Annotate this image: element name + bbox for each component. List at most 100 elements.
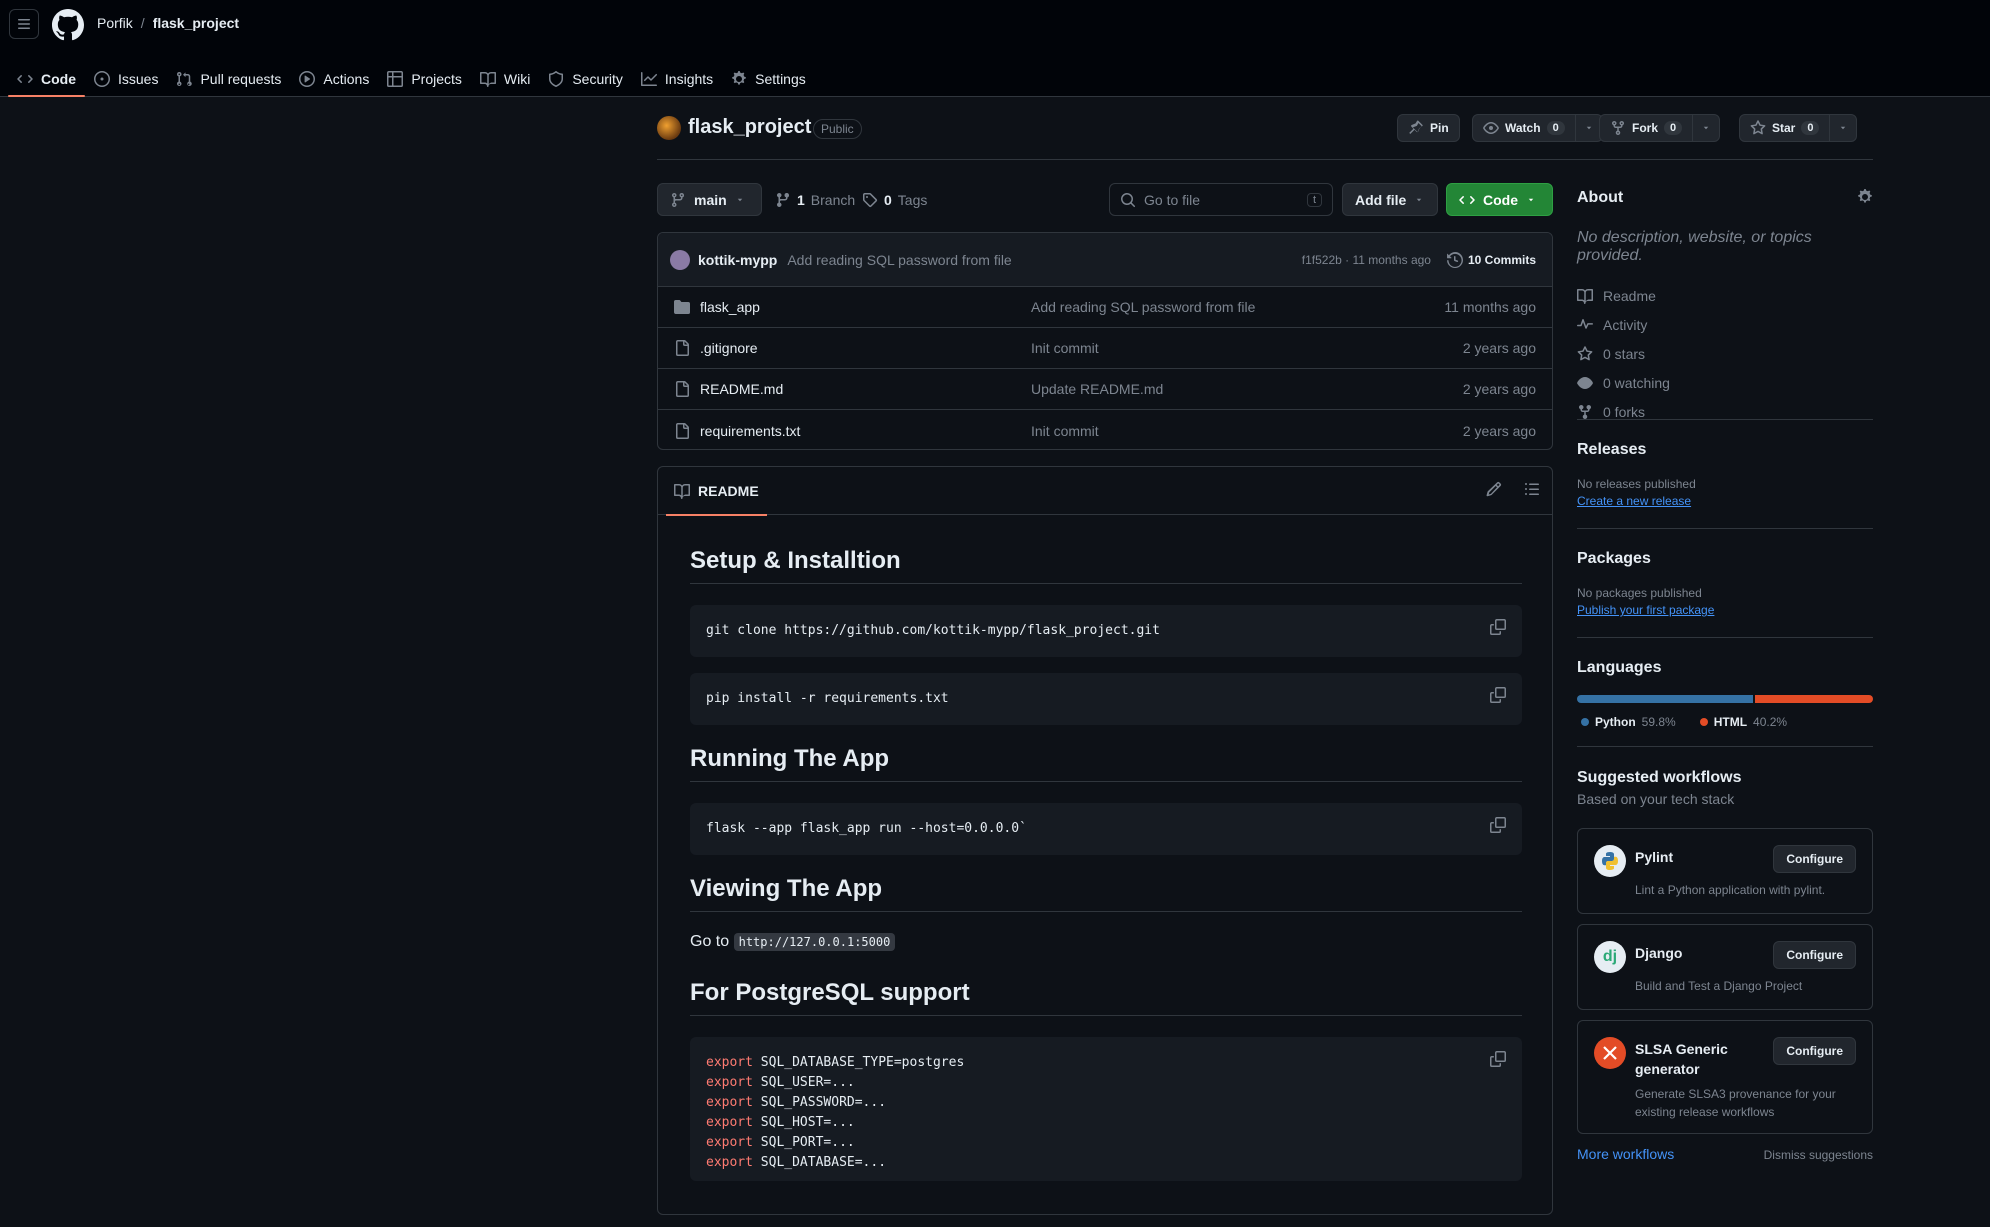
tab-insights[interactable]: Insights [632, 60, 722, 97]
heading-running: Running The App [690, 745, 1522, 782]
about-item-forks[interactable]: 0 forks [1577, 397, 1873, 426]
menu-button[interactable] [9, 9, 39, 39]
workflow-card-pylint: Pylint Lint a Python application with py… [1577, 828, 1873, 914]
file-commit-message[interactable]: Init commit [1031, 340, 1099, 356]
code-clone: git clone https://github.com/kottik-mypp… [706, 623, 1160, 638]
go-to-file-input[interactable]: Go to file t [1109, 183, 1333, 216]
language-python[interactable]: Python 59.8% [1581, 715, 1676, 729]
fork-dropdown[interactable] [1692, 115, 1719, 141]
branches-link[interactable]: 1 Branch [775, 183, 855, 216]
code-button-label: Code [1483, 191, 1518, 208]
slsa-icon [1594, 1037, 1626, 1069]
watch-label: Watch [1505, 121, 1541, 135]
breadcrumb-repo-link[interactable]: flask_project [153, 15, 239, 31]
copy-icon [1490, 1051, 1506, 1067]
graph-icon [640, 71, 657, 86]
file-name[interactable]: requirements.txt [700, 423, 1031, 439]
code-button[interactable]: Code [1446, 183, 1553, 216]
tab-settings[interactable]: Settings [722, 60, 815, 97]
issue-icon [94, 70, 110, 87]
copy-icon [1490, 619, 1506, 635]
tab-code[interactable]: Code [8, 60, 85, 97]
pin-button[interactable]: Pin [1397, 114, 1460, 142]
owner-avatar[interactable] [657, 116, 681, 140]
readme-tab[interactable]: README [666, 467, 767, 516]
heading-postgres: For PostgreSQL support [690, 979, 1522, 1016]
star-dropdown[interactable] [1829, 115, 1856, 141]
commits-count-label: 10 Commits [1467, 252, 1536, 267]
branch-name: main [694, 191, 727, 208]
copy-button[interactable] [1490, 1051, 1506, 1067]
configure-button[interactable]: Configure [1773, 1037, 1856, 1065]
copy-button[interactable] [1490, 687, 1506, 703]
more-workflows-link[interactable]: More workflows [1577, 1146, 1674, 1162]
fork-button[interactable]: Fork 0 [1599, 114, 1721, 142]
file-name[interactable]: README.md [700, 381, 1031, 397]
tags-link[interactable]: 0 Tags [862, 183, 927, 216]
file-commit-message[interactable]: Add reading SQL password from file [1031, 299, 1255, 315]
file-row[interactable]: README.md Update README.md 2 years ago [658, 369, 1552, 410]
watch-button[interactable]: Watch 0 [1472, 114, 1603, 142]
tab-wiki[interactable]: Wiki [471, 60, 539, 97]
goto-text: Go to [690, 933, 730, 950]
file-row[interactable]: requirements.txt Init commit 2 years ago [658, 410, 1552, 449]
code-icon [17, 74, 33, 83]
tab-pull-requests[interactable]: Pull requests [167, 60, 290, 97]
copy-button[interactable] [1490, 619, 1506, 635]
branch-bar: main 1 Branch 0 Tags Go to file t Add fi… [657, 183, 1553, 216]
publish-package-link[interactable]: Publish your first package [1577, 603, 1873, 617]
breadcrumb-owner-link[interactable]: Porfik [97, 15, 133, 31]
branch-selector[interactable]: main [657, 183, 762, 216]
fork-icon [1579, 404, 1591, 419]
about-item-stars[interactable]: 0 stars [1577, 339, 1873, 368]
repo-nav-tabs: Code Issues Pull requests Actions Projec… [8, 60, 815, 97]
list-icon[interactable] [1524, 481, 1540, 497]
language-bar [1577, 695, 1873, 703]
chevron-down-icon [1586, 126, 1591, 130]
tag-icon [863, 192, 878, 207]
copy-icon [1490, 817, 1506, 833]
code-block-exports: export SQL_DATABASE_TYPE=postgres export… [690, 1037, 1522, 1181]
about-item-activity[interactable]: Activity [1577, 310, 1873, 339]
configure-button[interactable]: Configure [1773, 941, 1856, 969]
commits-link[interactable]: 10 Commits [1447, 251, 1536, 268]
readme-panel: README Setup & Installtion git clone htt… [657, 466, 1553, 1215]
about-settings-button[interactable] [1857, 189, 1873, 205]
add-file-button[interactable]: Add file [1342, 183, 1438, 216]
file-row[interactable]: .gitignore Init commit 2 years ago [658, 328, 1552, 369]
export-line: export SQL_USER=... [706, 1075, 855, 1090]
releases-title[interactable]: Releases [1577, 441, 1873, 459]
about-item-readme[interactable]: Readme [1577, 281, 1873, 310]
tab-security[interactable]: Security [539, 60, 632, 97]
tab-label: Code [41, 70, 76, 87]
copy-button[interactable] [1490, 817, 1506, 833]
file-commit-message[interactable]: Init commit [1031, 423, 1099, 439]
watch-dropdown[interactable] [1574, 115, 1602, 141]
tab-issues[interactable]: Issues [85, 60, 167, 97]
tab-actions[interactable]: Actions [290, 60, 378, 97]
file-name[interactable]: flask_app [700, 299, 1031, 315]
tags-label: Tags [897, 191, 928, 208]
pencil-icon[interactable] [1486, 481, 1502, 497]
chevron-down-icon [1841, 126, 1846, 130]
github-logo-icon[interactable] [52, 9, 84, 41]
commit-message-link[interactable]: Add reading SQL password from file [787, 252, 1011, 268]
tab-projects[interactable]: Projects [378, 60, 471, 97]
packages-text: No packages published [1577, 586, 1702, 600]
create-release-link[interactable]: Create a new release [1577, 494, 1873, 508]
dismiss-suggestions-button[interactable]: Dismiss suggestions [1764, 1148, 1873, 1162]
fork-counter: 0 [1664, 121, 1683, 135]
file-commit-message[interactable]: Update README.md [1031, 381, 1163, 397]
about-item-watching[interactable]: 0 watching [1577, 368, 1873, 397]
repo-title[interactable]: flask_project [688, 116, 811, 139]
file-row[interactable]: flask_app Add reading SQL password from … [658, 287, 1552, 328]
commit-meta[interactable]: f1f522b · 11 months ago [1302, 253, 1431, 267]
configure-button[interactable]: Configure [1773, 845, 1856, 873]
avatar[interactable] [670, 249, 690, 270]
about-list: Readme Activity 0 stars 0 watching 0 for… [1577, 281, 1873, 426]
file-name[interactable]: .gitignore [700, 340, 1031, 356]
star-button[interactable]: Star 0 [1739, 114, 1858, 142]
packages-title[interactable]: Packages [1577, 550, 1873, 568]
commit-author-link[interactable]: kottik-mypp [698, 252, 777, 268]
language-html[interactable]: HTML 40.2% [1699, 715, 1787, 729]
